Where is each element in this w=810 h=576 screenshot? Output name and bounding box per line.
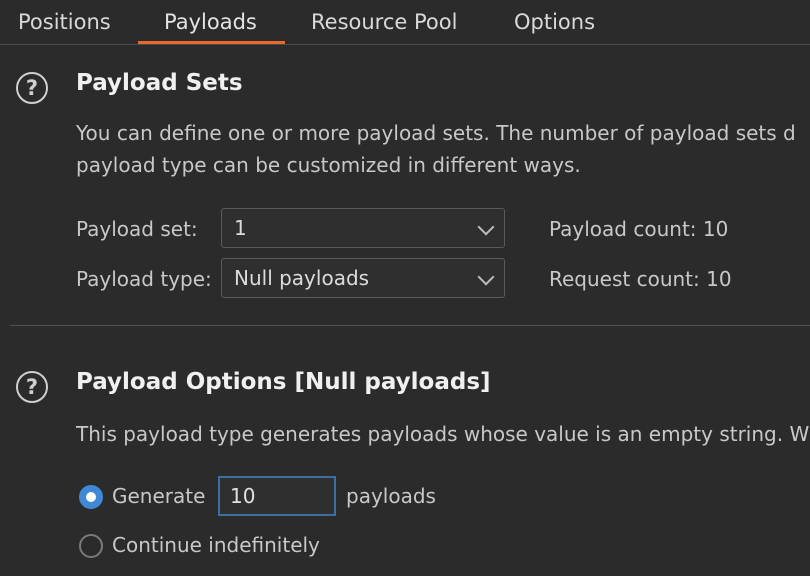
payload-set-value: 1 (234, 216, 247, 240)
section-divider (10, 325, 810, 326)
payload-type-value: Null payloads (234, 266, 370, 290)
payload-count: Payload count: 10 (549, 217, 729, 241)
payload-sets-description-line-2: payload type can be customized in differ… (76, 153, 581, 177)
tab-resource-pool[interactable]: Resource Pool (311, 0, 457, 44)
request-count: Request count: 10 (549, 267, 732, 291)
generate-count-input[interactable] (218, 476, 336, 516)
payload-type-label: Payload type: (76, 267, 212, 291)
payload-options-title: Payload Options [Null payloads] (76, 369, 491, 395)
tab-options[interactable]: Options (514, 0, 595, 44)
payload-sets-title: Payload Sets (76, 70, 243, 96)
payload-set-select[interactable]: 1 (221, 208, 505, 248)
help-icon[interactable]: ? (16, 371, 48, 403)
generate-radio[interactable] (79, 485, 103, 509)
active-tab-indicator (138, 41, 285, 44)
payload-sets-description-line-1: You can define one or more payload sets.… (76, 121, 796, 145)
continue-indefinitely-radio[interactable] (79, 534, 103, 558)
tab-bar: Positions Payloads Resource Pool Options (0, 0, 810, 45)
tab-payloads[interactable]: Payloads (164, 0, 257, 44)
continue-indefinitely-label[interactable]: Continue indefinitely (112, 533, 320, 557)
chevron-down-icon (477, 218, 495, 236)
payload-options-description: This payload type generates payloads who… (76, 422, 810, 446)
payloads-suffix-label: payloads (346, 484, 436, 508)
help-icon[interactable]: ? (16, 72, 48, 104)
chevron-down-icon (477, 268, 495, 286)
payload-set-label: Payload set: (76, 217, 198, 241)
generate-label[interactable]: Generate (112, 484, 205, 508)
payload-type-select[interactable]: Null payloads (221, 258, 505, 298)
tab-positions[interactable]: Positions (18, 0, 111, 44)
